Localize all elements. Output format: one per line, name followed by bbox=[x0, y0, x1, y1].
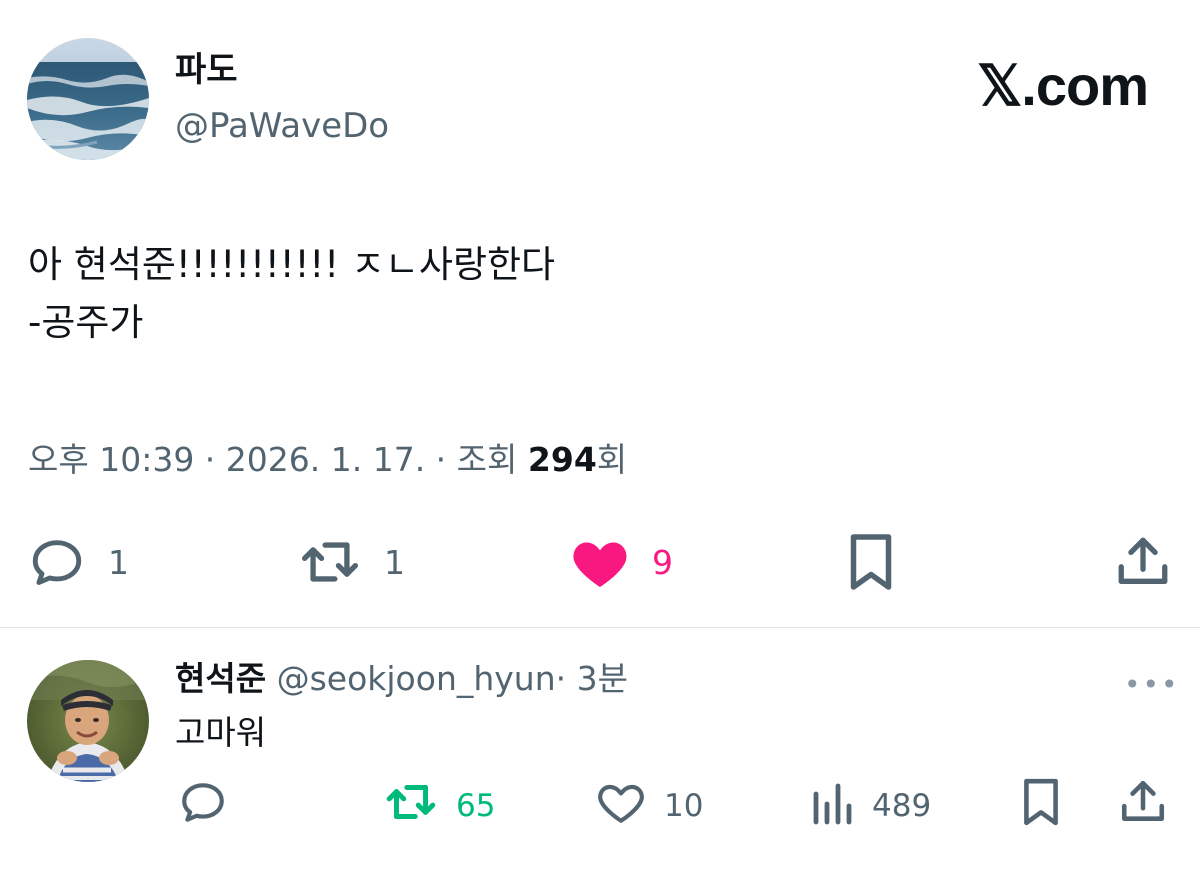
tweet-text-line-2: -공주가 bbox=[28, 301, 144, 344]
reply-share-button[interactable] bbox=[1118, 780, 1168, 832]
reply-bookmark-button[interactable] bbox=[1020, 777, 1062, 835]
bookmark-icon bbox=[1020, 777, 1062, 835]
reply-author-avatar[interactable] bbox=[27, 660, 149, 782]
section-divider bbox=[0, 627, 1200, 628]
x-logo-brand: 𝕏.com bbox=[977, 54, 1149, 117]
tweet-meta: 오후 10:39 · 2026. 1. 17. · 조회 294회 bbox=[28, 438, 627, 482]
like-button[interactable]: 9 bbox=[570, 532, 673, 592]
retweet-button[interactable]: 1 bbox=[298, 532, 405, 592]
author-handle[interactable]: @PaWaveDo bbox=[175, 104, 389, 148]
reply-icon bbox=[178, 777, 228, 835]
reply-author-name[interactable]: 현석준 bbox=[175, 659, 266, 698]
reply-button[interactable]: 1 bbox=[28, 532, 129, 592]
bookmark-button[interactable] bbox=[846, 532, 896, 592]
reply-reply-button[interactable] bbox=[178, 780, 228, 832]
retweet-count: 1 bbox=[384, 542, 405, 582]
tweet-text-line-1: 아 현석준!!!!!!!!!!! ㅈㄴ사랑한다 bbox=[28, 243, 556, 286]
reply-timestamp[interactable]: · 3분 bbox=[556, 659, 628, 698]
reply-author-handle[interactable]: @seokjoon_hyun bbox=[277, 659, 556, 698]
retweet-icon bbox=[384, 777, 438, 835]
retweet-icon bbox=[298, 533, 362, 591]
x-logo-icon: 𝕏.com bbox=[977, 54, 1149, 117]
more-options-icon[interactable]: ••• bbox=[1124, 668, 1180, 701]
share-icon bbox=[1118, 777, 1168, 835]
reply-text: 고마워 bbox=[175, 713, 267, 752]
view-count: 294 bbox=[527, 440, 597, 479]
heart-filled-icon bbox=[570, 534, 630, 590]
reply-views-count: 489 bbox=[872, 788, 932, 824]
reply-retweet-button[interactable]: 65 bbox=[384, 780, 495, 832]
bookmark-icon bbox=[846, 532, 896, 592]
author-display-name[interactable]: 파도 bbox=[175, 48, 238, 92]
analytics-icon bbox=[810, 778, 854, 834]
view-count-suffix: 회 bbox=[596, 440, 628, 479]
tweet-timestamp[interactable]: 오후 10:39 · 2026. 1. 17. · 조회 bbox=[28, 440, 528, 479]
reply-like-button[interactable]: 10 bbox=[596, 780, 703, 832]
like-count: 9 bbox=[652, 542, 673, 582]
tweet-text: 아 현석준!!!!!!!!!!! ㅈㄴ사랑한다 -공주가 bbox=[28, 236, 555, 352]
reply-header: 현석준 @seokjoon_hyun· 3분 bbox=[175, 656, 628, 702]
reply-icon bbox=[28, 533, 86, 591]
reply-retweet-count: 65 bbox=[456, 788, 496, 824]
author-avatar[interactable] bbox=[27, 38, 149, 160]
heart-outline-icon bbox=[596, 778, 646, 834]
reply-views-button[interactable]: 489 bbox=[810, 780, 931, 832]
share-button[interactable] bbox=[1114, 532, 1172, 592]
share-icon bbox=[1114, 533, 1172, 591]
reply-count: 1 bbox=[108, 542, 129, 582]
reply-like-count: 10 bbox=[664, 788, 704, 824]
